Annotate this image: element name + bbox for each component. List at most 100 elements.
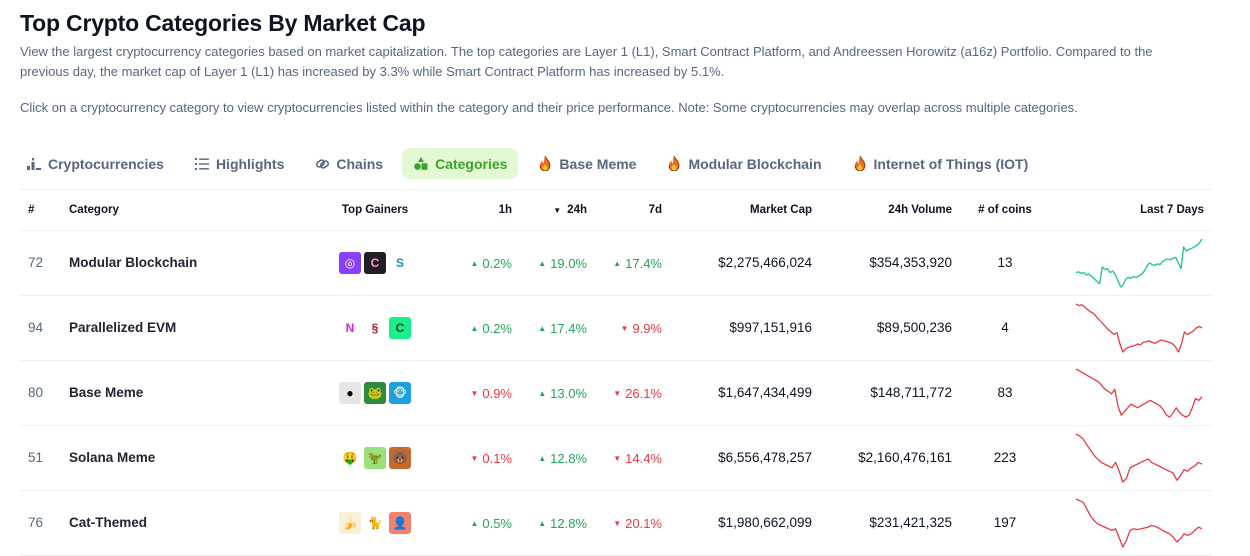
volume-24h-cell: $148,711,772 bbox=[820, 360, 960, 426]
top-gainer-coin-icon[interactable]: 🐻 bbox=[389, 446, 411, 469]
change-7d-cell: ▼ 14.4% bbox=[595, 425, 670, 491]
link-icon bbox=[314, 156, 330, 172]
top-gainer-coin-icon[interactable]: 🐵 bbox=[389, 381, 411, 404]
change-1h-change: ▲ 0.2% bbox=[470, 321, 512, 336]
col-header-rank[interactable]: # bbox=[20, 190, 60, 231]
col-header-24h-volume[interactable]: 24h Volume bbox=[820, 190, 960, 231]
sparkline-line bbox=[1075, 497, 1203, 548]
top-gainer-coin-icon[interactable]: § bbox=[364, 316, 386, 339]
page-note: Click on a cryptocurrency category to vi… bbox=[20, 100, 1078, 115]
top-gainer-coin-icon[interactable]: N bbox=[339, 316, 361, 339]
change-7d-change: ▼ 9.9% bbox=[620, 321, 662, 336]
top-gainers-icons: ● 🐸 🐵 bbox=[339, 381, 411, 404]
sparkline-cell bbox=[1050, 295, 1212, 361]
num-coins-cell: 223 bbox=[960, 425, 1050, 491]
change-24h-cell: ▲ 12.8% bbox=[520, 490, 595, 556]
table-row[interactable]: 76 Cat-Themed 🍌 🐈 👤 ▲ 0.5% ▲ 12.8% ▼ 20.1% $1,980,6… bbox=[20, 490, 1212, 556]
tab-categories[interactable]: Categories bbox=[402, 148, 519, 179]
caret-down-icon: ▼ bbox=[613, 389, 622, 398]
page-description: View the largest cryptocurrency categori… bbox=[20, 44, 1153, 79]
top-gainer-coin-icon[interactable]: 🐈 bbox=[364, 511, 386, 534]
caret-down-icon: ▼ bbox=[613, 519, 622, 528]
tab-base-meme[interactable]: Base Meme bbox=[526, 148, 647, 179]
change-24h-change: ▲ 12.8% bbox=[538, 451, 587, 466]
change-7d-cell: ▼ 9.9% bbox=[595, 295, 670, 361]
col-header-num-coins[interactable]: # of coins bbox=[960, 190, 1050, 231]
change-7d-value: 9.9% bbox=[632, 321, 662, 336]
change-24h-change: ▲ 19.0% bbox=[538, 256, 587, 271]
num-coins-cell: 13 bbox=[960, 230, 1050, 296]
col-header-24h[interactable]: ▼ 24h bbox=[520, 190, 595, 231]
category-name-link[interactable]: Base Meme bbox=[60, 360, 320, 426]
fire-icon bbox=[537, 156, 553, 172]
table-row[interactable]: 51 Solana Meme 🤑 🦖 🐻 ▼ 0.1% ▲ 12.8% ▼ 14.4% $6,556,… bbox=[20, 425, 1212, 491]
fire-icon bbox=[852, 156, 868, 172]
market-cap-cell: $6,556,478,257 bbox=[670, 425, 820, 491]
bar-chart-icon bbox=[26, 156, 42, 172]
shapes-icon bbox=[413, 156, 429, 172]
volume-24h-cell: $231,421,325 bbox=[820, 490, 960, 556]
num-coins-cell: 4 bbox=[960, 295, 1050, 361]
change-7d-change: ▲ 17.4% bbox=[613, 256, 662, 271]
top-gainer-coin-icon[interactable]: 🦖 bbox=[364, 446, 386, 469]
category-name-link[interactable]: Parallelized EVM bbox=[60, 295, 320, 361]
caret-up-icon: ▲ bbox=[613, 259, 622, 268]
tab-internet-of-things[interactable]: Internet of Things (IOT) bbox=[841, 148, 1040, 179]
tab-cryptocurrencies[interactable]: Cryptocurrencies bbox=[20, 148, 175, 179]
change-7d-value: 26.1% bbox=[625, 386, 662, 401]
tab-highlights[interactable]: Highlights bbox=[183, 148, 295, 179]
tab-label: Categories bbox=[435, 155, 508, 172]
category-name-link[interactable]: Cat-Themed bbox=[60, 490, 320, 556]
category-name-link[interactable]: Modular Blockchain bbox=[60, 230, 320, 296]
caret-up-icon: ▲ bbox=[538, 519, 547, 528]
top-gainer-coin-icon[interactable]: 🍌 bbox=[339, 511, 361, 534]
top-gainers-icons: ◎ C S bbox=[339, 251, 411, 274]
caret-down-icon: ▼ bbox=[470, 454, 479, 463]
change-1h-change: ▼ 0.9% bbox=[470, 386, 512, 401]
sparkline-cell bbox=[1050, 490, 1212, 556]
caret-up-icon: ▲ bbox=[470, 519, 479, 528]
volume-24h-cell: $2,160,476,161 bbox=[820, 425, 960, 491]
sparkline-cell bbox=[1050, 230, 1212, 296]
top-gainer-coin-icon[interactable]: ● bbox=[339, 381, 361, 404]
change-7d-cell: ▼ 20.1% bbox=[595, 490, 670, 556]
col-header-7d[interactable]: 7d bbox=[595, 190, 670, 231]
change-7d-value: 20.1% bbox=[625, 516, 662, 531]
col-header-market-cap[interactable]: Market Cap bbox=[670, 190, 820, 231]
change-24h-change: ▲ 17.4% bbox=[538, 321, 587, 336]
change-24h-change: ▲ 13.0% bbox=[538, 386, 587, 401]
top-gainer-coin-icon[interactable]: C bbox=[389, 316, 411, 339]
top-gainer-coin-icon[interactable]: 👤 bbox=[389, 511, 411, 534]
tab-chains[interactable]: Chains bbox=[303, 148, 394, 179]
market-cap-cell: $1,980,662,099 bbox=[670, 490, 820, 556]
change-7d-change: ▼ 20.1% bbox=[613, 516, 662, 531]
tab-modular-blockchain[interactable]: Modular Blockchain bbox=[655, 148, 832, 179]
change-7d-value: 17.4% bbox=[625, 256, 662, 271]
category-tabs: Cryptocurrencies Highlights Chains Categ… bbox=[20, 148, 1047, 179]
top-gainer-coin-icon[interactable]: 🐸 bbox=[364, 381, 386, 404]
change-24h-cell: ▲ 13.0% bbox=[520, 360, 595, 426]
tab-label: Internet of Things (IOT) bbox=[873, 155, 1029, 172]
table-row[interactable]: 80 Base Meme ● 🐸 🐵 ▼ 0.9% ▲ 13.0% ▼ 26.1% $1,647,43… bbox=[20, 360, 1212, 426]
top-gainers-cell: ● 🐸 🐵 bbox=[320, 360, 430, 426]
category-name-link[interactable]: Solana Meme bbox=[60, 425, 320, 491]
tab-label: Base Meme bbox=[559, 155, 637, 172]
change-1h-cell: ▼ 0.1% bbox=[430, 425, 520, 491]
top-gainer-coin-icon[interactable]: 🤑 bbox=[339, 446, 361, 469]
table-row[interactable]: 72 Modular Blockchain ◎ C S ▲ 0.2% ▲ 19.0% ▲ 17.4%… bbox=[20, 230, 1212, 296]
caret-up-icon: ▲ bbox=[538, 259, 547, 268]
top-gainers-cell: 🍌 🐈 👤 bbox=[320, 490, 430, 556]
top-gainers-cell: ◎ C S bbox=[320, 230, 430, 296]
top-gainers-icons: 🤑 🦖 🐻 bbox=[339, 446, 411, 469]
table-row[interactable]: 94 Parallelized EVM N § C ▲ 0.2% ▲ 17.4% ▼ 9.9% $99… bbox=[20, 295, 1212, 361]
tab-label: Cryptocurrencies bbox=[48, 155, 164, 172]
num-coins-cell: 197 bbox=[960, 490, 1050, 556]
change-7d-value: 14.4% bbox=[625, 451, 662, 466]
top-gainer-coin-icon[interactable]: S bbox=[389, 251, 411, 274]
top-gainer-coin-icon[interactable]: C bbox=[364, 251, 386, 274]
top-gainer-coin-icon[interactable]: ◎ bbox=[339, 251, 361, 274]
tab-label: Modular Blockchain bbox=[688, 155, 822, 172]
col-header-category[interactable]: Category bbox=[60, 190, 320, 231]
caret-up-icon: ▲ bbox=[470, 324, 479, 333]
col-header-1h[interactable]: 1h bbox=[430, 190, 520, 231]
